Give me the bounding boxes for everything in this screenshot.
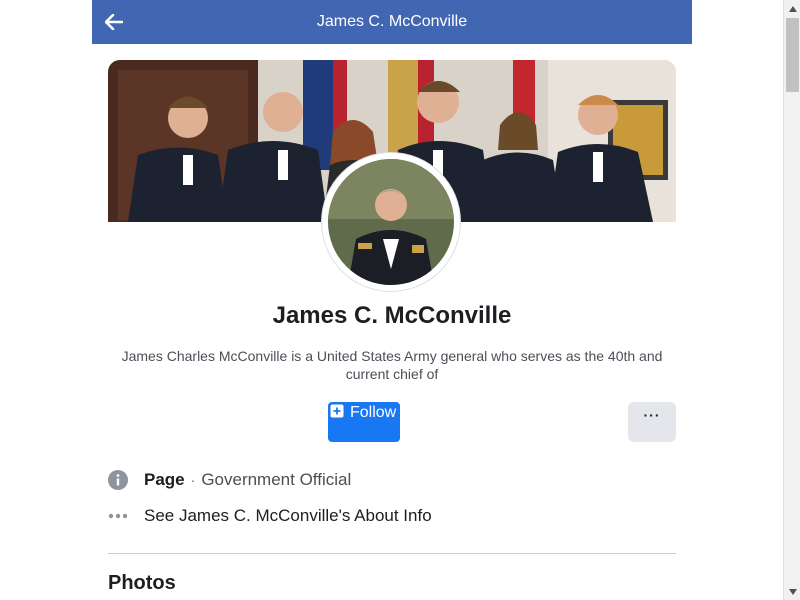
follow-label: Follow bbox=[350, 404, 397, 421]
page-title: James C. McConville bbox=[316, 13, 468, 30]
about-info-label: See James C. McConville's About Info bbox=[144, 506, 432, 525]
more-options-button[interactable]: ··· bbox=[628, 402, 676, 442]
profile-picture[interactable] bbox=[322, 153, 460, 291]
about-info-link[interactable]: See James C. McConville's About Info bbox=[108, 504, 676, 528]
page: James C. McConville James C. McConville … bbox=[0, 0, 800, 600]
profile-name: James C. McConville bbox=[272, 302, 512, 329]
follow-button[interactable]: Follow bbox=[328, 402, 400, 442]
more-label: ··· bbox=[643, 407, 661, 423]
profile-bio: James Charles McConville is a United Sta… bbox=[121, 348, 663, 382]
triangle-up-icon bbox=[788, 5, 797, 12]
scroll-thumb[interactable] bbox=[786, 18, 799, 92]
top-bar: James C. McConville bbox=[92, 0, 692, 44]
photos-section-title: Photos bbox=[108, 572, 176, 594]
scrollbar[interactable] bbox=[783, 0, 800, 600]
page-category-row: Page · Government Official bbox=[108, 468, 676, 492]
scroll-down-button[interactable] bbox=[784, 583, 800, 600]
section-divider bbox=[108, 553, 676, 554]
scroll-up-button[interactable] bbox=[784, 0, 800, 17]
page-category: Government Official bbox=[201, 470, 352, 489]
plus-square-icon bbox=[330, 404, 344, 418]
page-label: Page bbox=[144, 470, 185, 489]
separator-dot: · bbox=[190, 472, 196, 488]
more-dots-icon bbox=[108, 513, 128, 519]
triangle-down-icon bbox=[788, 588, 797, 595]
info-icon bbox=[108, 470, 128, 490]
